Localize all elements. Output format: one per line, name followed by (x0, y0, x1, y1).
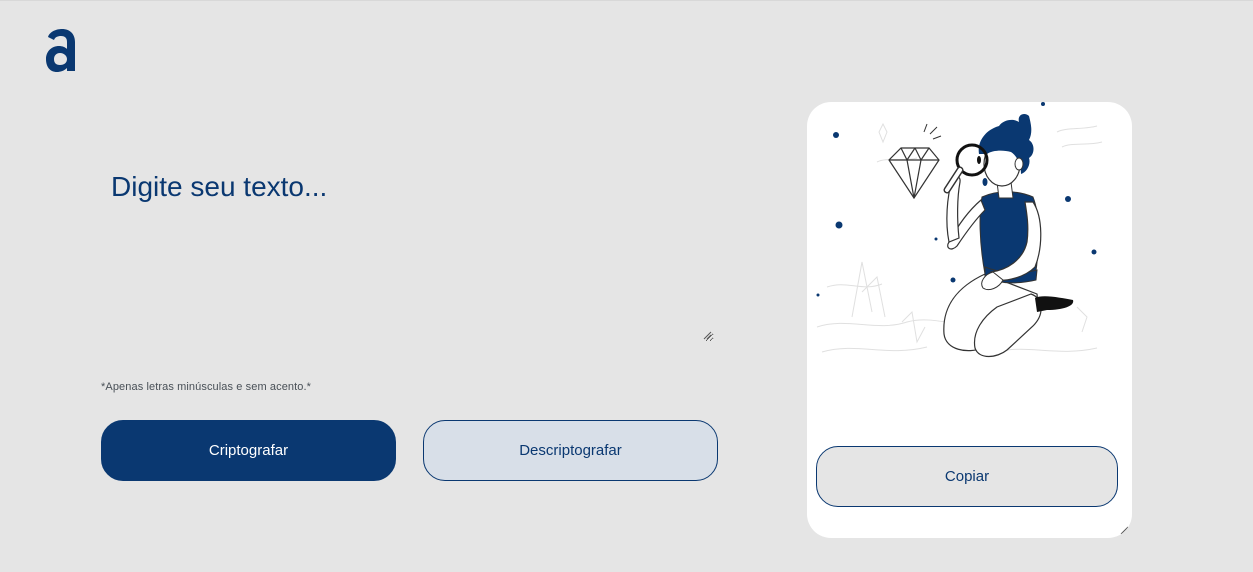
decrypt-button[interactable]: Descriptografar (423, 420, 718, 481)
copy-button[interactable]: Copiar (816, 446, 1118, 507)
resize-grip-icon[interactable] (703, 331, 712, 340)
message-input[interactable] (104, 165, 714, 342)
resize-grip-icon[interactable] (1120, 526, 1129, 535)
input-hint: *Apenas letras minúsculas e sem acento.* (101, 381, 312, 393)
encrypt-button[interactable]: Criptografar (101, 420, 396, 481)
boy-with-magnifier-illustration (816, 102, 1103, 358)
alura-logo-icon[interactable] (44, 28, 78, 74)
page: *Apenas letras minúsculas e sem acento.*… (0, 0, 1253, 572)
output-panel[interactable]: Copiar (807, 102, 1132, 538)
